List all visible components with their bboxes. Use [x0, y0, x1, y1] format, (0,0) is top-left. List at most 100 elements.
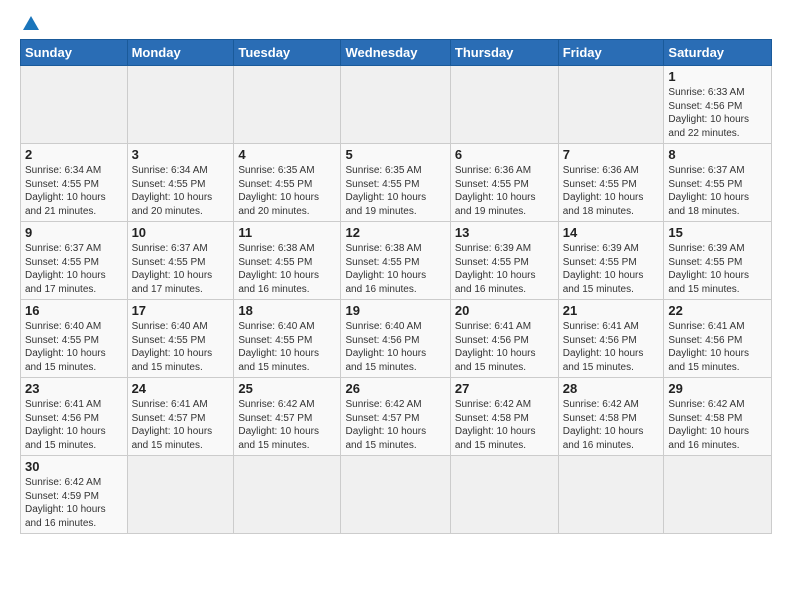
day-number: 15 [668, 225, 767, 240]
calendar-day-cell [341, 456, 450, 534]
logo-triangle-icon [23, 16, 39, 30]
day-number: 2 [25, 147, 123, 162]
day-number: 11 [238, 225, 336, 240]
calendar-day-header: Sunday [21, 40, 128, 66]
day-info: Sunrise: 6:42 AM Sunset: 4:59 PM Dayligh… [25, 476, 123, 530]
day-number: 6 [455, 147, 554, 162]
day-info: Sunrise: 6:34 AM Sunset: 4:55 PM Dayligh… [132, 164, 230, 218]
day-number: 9 [25, 225, 123, 240]
day-number: 20 [455, 303, 554, 318]
calendar-day-cell: 17 Sunrise: 6:40 AM Sunset: 4:55 PM Dayli… [127, 300, 234, 378]
calendar-day-cell: 28Sunrise: 6:42 AM Sunset: 4:58 PM Dayli… [558, 378, 664, 456]
day-info: Sunrise: 6:38 AM Sunset: 4:55 PM Dayligh… [345, 242, 445, 296]
calendar-day-cell: 22 Sunrise: 6:41 AM Sunset: 4:56 PM Dayli… [664, 300, 772, 378]
day-number: 27 [455, 381, 554, 396]
day-info: Sunrise: 6:35 AM Sunset: 4:55 PM Dayligh… [238, 164, 336, 218]
calendar-day-header: Saturday [664, 40, 772, 66]
day-number: 26 [345, 381, 445, 396]
day-number: 17 [132, 303, 230, 318]
day-number: 13 [455, 225, 554, 240]
calendar-day-cell [450, 456, 558, 534]
day-info: Sunrise: 6:39 AM Sunset: 4:55 PM Dayligh… [455, 242, 554, 296]
day-info: Sunrise: 6:35 AM Sunset: 4:55 PM Dayligh… [345, 164, 445, 218]
calendar-day-cell [234, 456, 341, 534]
day-number: 30 [25, 459, 123, 474]
calendar-day-cell: 5Sunrise: 6:35 AM Sunset: 4:55 PM Daylig… [341, 144, 450, 222]
calendar-day-cell [664, 456, 772, 534]
calendar-day-cell: 11Sunrise: 6:38 AM Sunset: 4:55 PM Dayli… [234, 222, 341, 300]
day-number: 3 [132, 147, 230, 162]
day-info: Sunrise: 6:42 AM Sunset: 4:57 PM Dayligh… [238, 398, 336, 452]
day-number: 16 [25, 303, 123, 318]
day-info: Sunrise: 6:40 AM Sunset: 4:55 PM Dayligh… [132, 320, 230, 374]
calendar-day-cell [558, 66, 664, 144]
calendar-day-cell: 23 Sunrise: 6:41 AM Sunset: 4:56 PM Dayli… [21, 378, 128, 456]
day-number: 14 [563, 225, 660, 240]
calendar-day-cell: 24Sunrise: 6:41 AM Sunset: 4:57 PM Dayli… [127, 378, 234, 456]
day-info: Sunrise: 6:41 AM Sunset: 4:57 PM Dayligh… [132, 398, 230, 452]
day-info: Sunrise: 6:41 AM Sunset: 4:56 PM Dayligh… [25, 398, 123, 452]
day-number: 22 [668, 303, 767, 318]
calendar-day-header: Thursday [450, 40, 558, 66]
calendar-day-cell: 13 Sunrise: 6:39 AM Sunset: 4:55 PM Dayli… [450, 222, 558, 300]
day-info: Sunrise: 6:37 AM Sunset: 4:55 PM Dayligh… [25, 242, 123, 296]
calendar-day-header: Tuesday [234, 40, 341, 66]
calendar-day-cell: 16 Sunrise: 6:40 AM Sunset: 4:55 PM Dayli… [21, 300, 128, 378]
day-number: 21 [563, 303, 660, 318]
day-number: 25 [238, 381, 336, 396]
day-info: Sunrise: 6:39 AM Sunset: 4:55 PM Dayligh… [563, 242, 660, 296]
calendar-week-row: 9 Sunrise: 6:37 AM Sunset: 4:55 PM Daylig… [21, 222, 772, 300]
day-info: Sunrise: 6:33 AM Sunset: 4:56 PM Dayligh… [668, 86, 767, 140]
day-info: Sunrise: 6:37 AM Sunset: 4:55 PM Dayligh… [132, 242, 230, 296]
calendar-day-cell: 27 Sunrise: 6:42 AM Sunset: 4:58 PM Dayli… [450, 378, 558, 456]
calendar-day-cell: 20Sunrise: 6:41 AM Sunset: 4:56 PM Dayli… [450, 300, 558, 378]
calendar-table: SundayMondayTuesdayWednesdayThursdayFrid… [20, 39, 772, 534]
calendar-day-cell: 18 Sunrise: 6:40 AM Sunset: 4:55 PM Dayli… [234, 300, 341, 378]
calendar-day-cell [341, 66, 450, 144]
calendar-day-cell: 21Sunrise: 6:41 AM Sunset: 4:56 PM Dayli… [558, 300, 664, 378]
day-info: Sunrise: 6:40 AM Sunset: 4:56 PM Dayligh… [345, 320, 445, 374]
calendar-day-cell: 10 Sunrise: 6:37 AM Sunset: 4:55 PM Dayli… [127, 222, 234, 300]
calendar-week-row: 30 Sunrise: 6:42 AM Sunset: 4:59 PM Dayli… [21, 456, 772, 534]
day-info: Sunrise: 6:42 AM Sunset: 4:58 PM Dayligh… [668, 398, 767, 452]
day-info: Sunrise: 6:40 AM Sunset: 4:55 PM Dayligh… [25, 320, 123, 374]
logo [20, 16, 39, 31]
day-info: Sunrise: 6:40 AM Sunset: 4:55 PM Dayligh… [238, 320, 336, 374]
calendar-day-cell: 4 Sunrise: 6:35 AM Sunset: 4:55 PM Daylig… [234, 144, 341, 222]
calendar-day-cell: 26 Sunrise: 6:42 AM Sunset: 4:57 PM Dayli… [341, 378, 450, 456]
day-number: 18 [238, 303, 336, 318]
calendar-week-row: 23 Sunrise: 6:41 AM Sunset: 4:56 PM Dayli… [21, 378, 772, 456]
calendar-header-row: SundayMondayTuesdayWednesdayThursdayFrid… [21, 40, 772, 66]
calendar-day-cell: 2 Sunrise: 6:34 AM Sunset: 4:55 PM Daylig… [21, 144, 128, 222]
calendar-day-cell [127, 456, 234, 534]
day-number: 1 [668, 69, 767, 84]
calendar-day-cell: 30 Sunrise: 6:42 AM Sunset: 4:59 PM Dayli… [21, 456, 128, 534]
calendar-day-cell: 25 Sunrise: 6:42 AM Sunset: 4:57 PM Dayli… [234, 378, 341, 456]
day-info: Sunrise: 6:36 AM Sunset: 4:55 PM Dayligh… [455, 164, 554, 218]
day-info: Sunrise: 6:42 AM Sunset: 4:57 PM Dayligh… [345, 398, 445, 452]
day-info: Sunrise: 6:42 AM Sunset: 4:58 PM Dayligh… [455, 398, 554, 452]
day-info: Sunrise: 6:42 AM Sunset: 4:58 PM Dayligh… [563, 398, 660, 452]
calendar-day-header: Friday [558, 40, 664, 66]
day-number: 19 [345, 303, 445, 318]
day-info: Sunrise: 6:34 AM Sunset: 4:55 PM Dayligh… [25, 164, 123, 218]
calendar-day-cell: 8Sunrise: 6:37 AM Sunset: 4:55 PM Daylig… [664, 144, 772, 222]
calendar-day-cell: 19 Sunrise: 6:40 AM Sunset: 4:56 PM Dayli… [341, 300, 450, 378]
calendar-day-cell [127, 66, 234, 144]
day-info: Sunrise: 6:41 AM Sunset: 4:56 PM Dayligh… [668, 320, 767, 374]
day-number: 23 [25, 381, 123, 396]
day-number: 12 [345, 225, 445, 240]
calendar-day-cell [558, 456, 664, 534]
day-number: 29 [668, 381, 767, 396]
calendar-day-header: Monday [127, 40, 234, 66]
calendar-day-cell: 15 Sunrise: 6:39 AM Sunset: 4:55 PM Dayli… [664, 222, 772, 300]
page-header [20, 16, 772, 31]
day-info: Sunrise: 6:36 AM Sunset: 4:55 PM Dayligh… [563, 164, 660, 218]
calendar-day-cell: 14 Sunrise: 6:39 AM Sunset: 4:55 PM Dayli… [558, 222, 664, 300]
day-number: 4 [238, 147, 336, 162]
day-number: 10 [132, 225, 230, 240]
calendar-week-row: 16 Sunrise: 6:40 AM Sunset: 4:55 PM Dayli… [21, 300, 772, 378]
day-number: 8 [668, 147, 767, 162]
day-info: Sunrise: 6:39 AM Sunset: 4:55 PM Dayligh… [668, 242, 767, 296]
calendar-week-row: 2 Sunrise: 6:34 AM Sunset: 4:55 PM Daylig… [21, 144, 772, 222]
